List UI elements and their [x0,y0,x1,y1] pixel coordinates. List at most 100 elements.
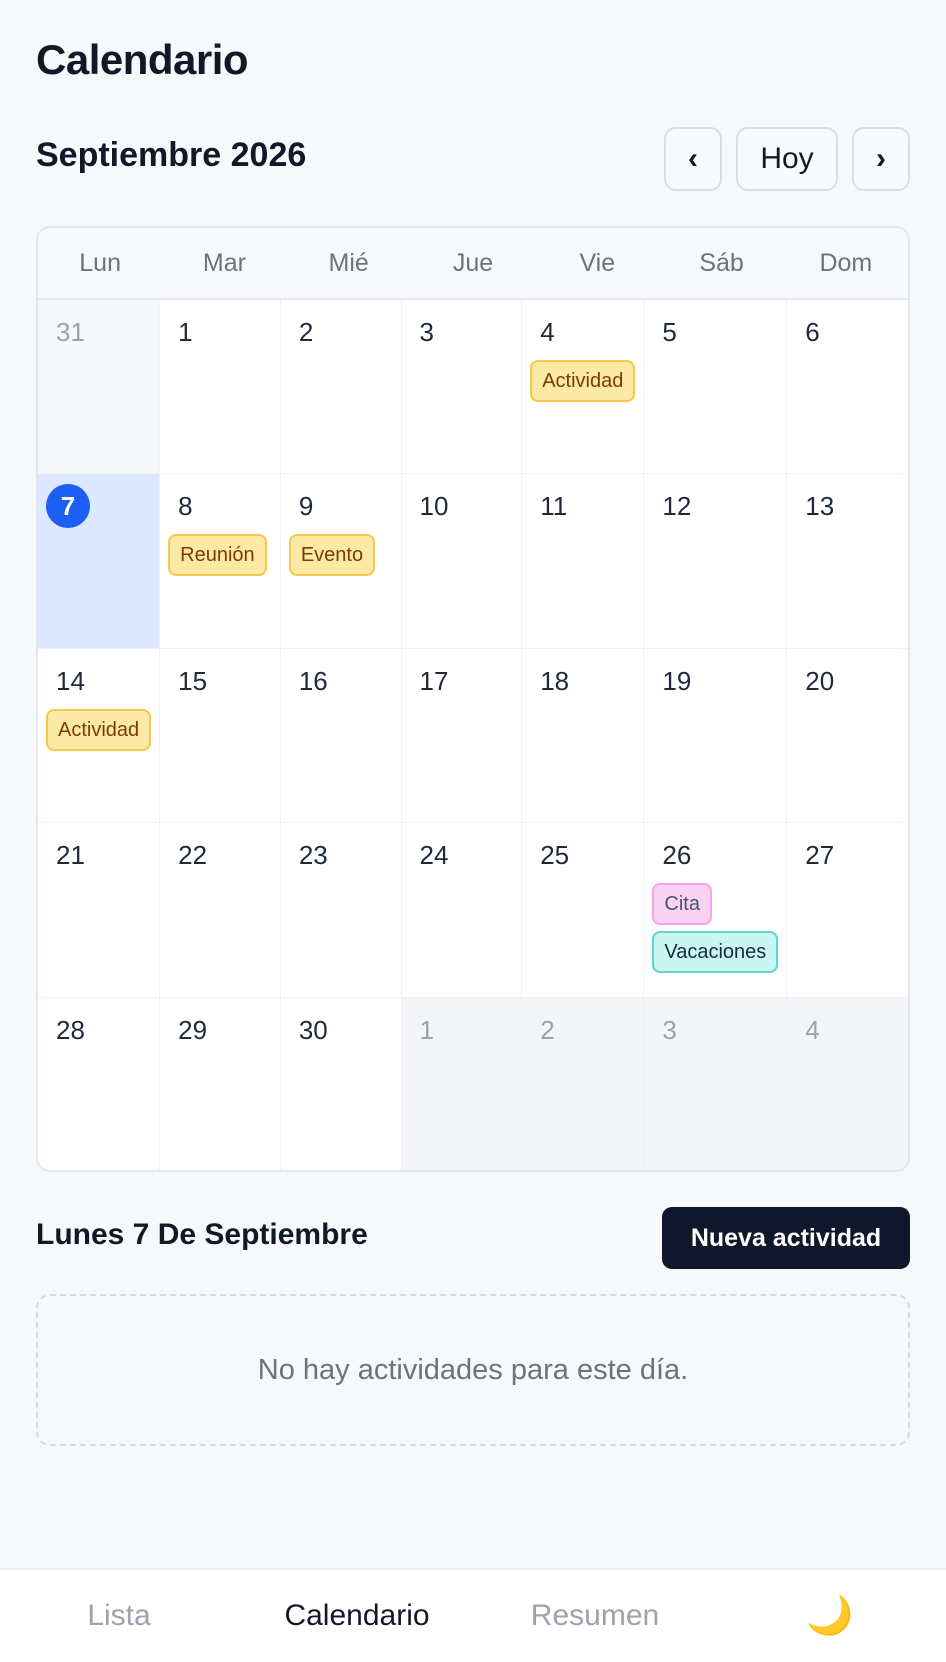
event-chip[interactable]: Evento [288,534,376,577]
day-number: 15 [178,665,208,696]
new-activity-button[interactable]: Nueva actividad [662,1207,910,1269]
calendar-day-cell[interactable]: 2 [522,997,645,1170]
calendar-day-cell[interactable]: 29 [160,997,281,1170]
calendar-day-cell[interactable]: 17 [401,648,523,824]
weekday-label: Lun [79,248,121,277]
event-chip[interactable]: Reunión [168,534,267,577]
calendar-day-cell[interactable]: 5 [644,300,788,475]
nav-tab-lista[interactable]: Lista [0,1570,238,1662]
calendar-day-cell[interactable]: 11 [522,474,645,649]
calendar-grid: 31 1 2 3 4 Actividad 5 6 7 8 Reunión 9 Evento 10 11 12 1… [38,300,908,1170]
weekday-label: Dom [819,248,873,277]
day-number: 24 [419,840,449,871]
calendar-day-cell[interactable]: 4 Actividad [522,300,645,475]
weekday-label: Mié [328,248,369,277]
day-number: 14 [56,665,85,696]
calendar-day-cell[interactable]: 31 [38,300,161,475]
day-number: 8 [178,491,193,522]
calendar-page: Calendario Septiembre 2026 ‹ Hoy › Lun Ma… [0,0,946,1662]
calendar-day-cell[interactable]: 14 Actividad [38,648,161,824]
calendar-day-cell[interactable]: 20 [787,648,908,824]
calendar-day-cell[interactable]: 8 Reunión [160,474,281,649]
calendar-day-cell[interactable]: 26 Cita Vacaciones [644,823,788,998]
day-number: 13 [805,491,835,522]
day-events: Actividad [46,699,152,751]
calendar-day-cell[interactable]: 28 [38,997,161,1170]
theme-toggle-button[interactable]: 🌙 [714,1570,946,1662]
today-badge: 7 [46,484,90,529]
next-month-button[interactable]: › [852,127,910,191]
month-navigation: ‹ Hoy › [664,127,910,191]
calendar-day-cell[interactable]: 25 [522,823,645,998]
day-number: 11 [540,491,568,522]
calendar-day-cell[interactable]: 1 [401,997,523,1170]
calendar-day-cell[interactable]: 15 [160,648,281,824]
day-number: 23 [298,840,328,871]
day-number: 4 [805,1014,820,1045]
previous-month-button[interactable]: ‹ [664,127,722,191]
calendar-day-cell[interactable]: 30 [280,997,402,1170]
calendar-day-cell[interactable]: 6 [787,300,908,475]
weekday-header: Lun Mar Mié Jue Vie Sáb Dom [38,228,908,300]
event-chip[interactable]: Vacaciones [652,931,779,974]
day-number: 5 [662,317,677,347]
calendar-day-cell[interactable]: 1 [160,300,281,475]
day-number: 2 [540,1014,555,1045]
day-number: 9 [298,491,314,522]
day-number: 30 [298,1014,328,1045]
moon-icon: 🌙 [806,1595,854,1637]
calendar-day-cell[interactable]: 16 [280,648,402,824]
calendar-day-cell[interactable]: 18 [522,648,645,824]
day-number: 4 [540,317,555,347]
event-chip[interactable]: Cita [652,883,712,926]
today-button[interactable]: Hoy [736,127,838,191]
calendar-day-cell[interactable]: 2 [280,300,402,475]
day-number: 29 [178,1014,208,1045]
calendar-day-cell[interactable]: 9 Evento [280,474,402,649]
calendar-day-cell[interactable]: 4 [787,997,908,1170]
calendar-day-cell[interactable]: 23 [280,823,402,998]
weekday-label: Mar [202,248,246,277]
calendar-day-cell[interactable]: 19 [644,648,788,824]
day-number: 16 [298,665,328,696]
calendar-day-cell[interactable]: 3 [401,300,523,475]
calendar-day-cell[interactable]: 12 [644,474,788,649]
month-calendar: Lun Mar Mié Jue Vie Sáb Dom 31 1 2 3 4 Actividad 5 6 7… [36,226,910,1172]
event-chip[interactable]: Actividad [46,708,152,751]
day-number: 12 [662,491,692,522]
day-number: 3 [662,1014,677,1045]
day-number: 6 [805,317,820,347]
month-label: Septiembre 2026 [36,136,307,174]
day-number: 18 [540,665,570,696]
weekday-label: Jue [452,248,494,277]
day-events: Cita Vacaciones [652,873,779,974]
calendar-day-cell[interactable]: 7 [38,474,161,649]
event-chip[interactable]: Actividad [530,360,636,402]
day-number: 25 [540,840,570,871]
weekday-label: Sáb [699,248,744,277]
day-number: 10 [419,491,449,522]
day-number: 2 [298,317,314,347]
calendar-day-cell[interactable]: 22 [160,823,281,998]
calendar-day-cell[interactable]: 27 [787,823,908,998]
nav-tab-calendario[interactable]: Calendario [238,1570,476,1662]
day-number: 20 [805,665,835,696]
day-number: 1 [178,317,193,347]
day-number: 21 [56,840,85,871]
page-title: Calendario [36,36,249,83]
empty-activities-message: No hay actividades para este día. [36,1294,910,1446]
day-events: Evento [288,524,393,577]
calendar-day-cell[interactable]: 24 [401,823,523,998]
day-number: 1 [419,1014,434,1045]
weekday-label: Vie [579,248,616,277]
calendar-day-cell[interactable]: 10 [401,474,523,649]
day-number: 7 [46,484,151,529]
day-number: 17 [419,665,449,696]
calendar-day-cell[interactable]: 3 [644,997,788,1170]
bottom-navigation: Lista Calendario Resumen 🌙 [0,1568,946,1662]
day-number: 28 [56,1014,85,1045]
day-number: 19 [662,665,692,696]
nav-tab-resumen[interactable]: Resumen [476,1570,714,1662]
calendar-day-cell[interactable]: 21 [38,823,161,998]
calendar-day-cell[interactable]: 13 [787,474,908,649]
